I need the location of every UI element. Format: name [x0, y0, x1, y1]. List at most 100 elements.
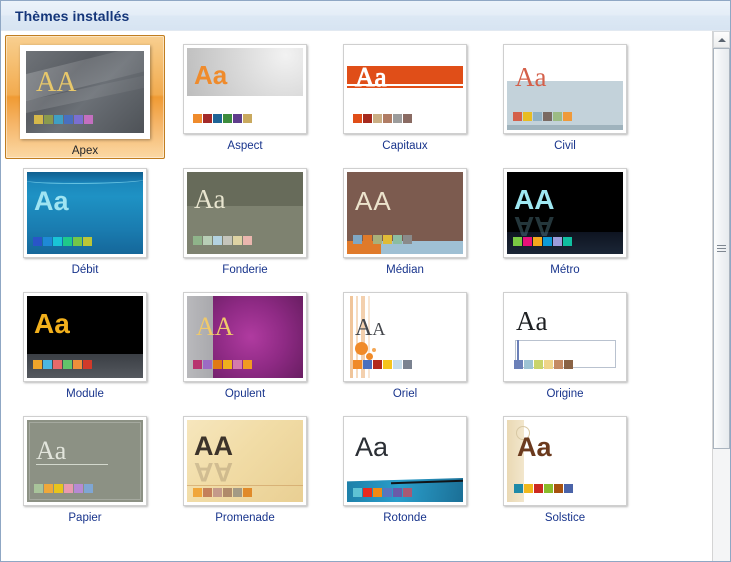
swatch [74, 115, 83, 124]
theme-item-capitaux[interactable]: Aa Capitaux [325, 35, 485, 159]
scrollbar-thumb[interactable] [713, 48, 730, 449]
theme-gallery[interactable]: AA Apex Aa Aspect Aa Capitaux Aa Civil A… [1, 31, 712, 561]
swatch [554, 484, 563, 493]
theme-thumbnail-papier[interactable]: Aa [23, 416, 147, 506]
theme-item-oriel[interactable]: AA Oriel [325, 283, 485, 407]
swatch [84, 484, 93, 493]
theme-label: Origine [546, 388, 584, 400]
theme-thumbnail-metro[interactable]: AA AA [503, 168, 627, 258]
swatch [223, 114, 232, 123]
swatch [533, 112, 542, 121]
swatch [564, 484, 573, 493]
theme-label: Capitaux [382, 140, 428, 152]
swatch [233, 114, 242, 123]
theme-thumbnail-civil[interactable]: Aa [503, 44, 627, 134]
swatch [193, 114, 202, 123]
swatch [393, 360, 402, 369]
theme-label: Débit [71, 264, 99, 276]
theme-thumbnail-promenade[interactable]: AA AA [183, 416, 307, 506]
theme-item-papier[interactable]: Aa Papier [5, 407, 165, 531]
theme-item-apex[interactable]: AA Apex [5, 35, 165, 159]
swatch [363, 235, 372, 244]
theme-row: AA Apex Aa Aspect Aa Capitaux Aa Civil [5, 35, 712, 159]
theme-item-opulent[interactable]: AA Opulent [165, 283, 325, 407]
theme-row: Aa Module AA Opulent AA Oriel Aa Origine [5, 283, 712, 407]
theme-thumbnail-apex[interactable]: AA [20, 45, 150, 139]
theme-item-module[interactable]: Aa Module [5, 283, 165, 407]
theme-thumbnail-module[interactable]: Aa [23, 292, 147, 382]
swatch [33, 360, 42, 369]
swatch [383, 114, 392, 123]
swatch [73, 360, 82, 369]
swatch [44, 484, 53, 493]
window-header: Thèmes installés [1, 1, 730, 31]
swatch [534, 484, 543, 493]
scroll-up-arrow-icon [717, 37, 726, 42]
theme-thumbnail-solstice[interactable]: Aa [503, 416, 627, 506]
theme-swatches [353, 488, 412, 497]
theme-thumbnail-fonderie[interactable]: Aa [183, 168, 307, 258]
theme-thumbnail-origine[interactable]: Aa [503, 292, 627, 382]
swatch [543, 237, 552, 246]
theme-thumbnail-median[interactable]: AA [343, 168, 467, 258]
swatch [403, 360, 412, 369]
swatch [64, 484, 73, 493]
swatch [554, 360, 563, 369]
swatch [213, 488, 222, 497]
theme-thumbnail-opulent[interactable]: AA [183, 292, 307, 382]
theme-label: Médian [386, 264, 424, 276]
swatch [54, 484, 63, 493]
theme-item-metro[interactable]: AA AA Métro [485, 159, 645, 283]
theme-swatches [353, 235, 412, 244]
swatch [353, 235, 362, 244]
swatch [243, 236, 252, 245]
swatch [373, 235, 382, 244]
window-body: AA Apex Aa Aspect Aa Capitaux Aa Civil A… [1, 31, 730, 561]
theme-swatches [513, 112, 572, 121]
swatch [383, 360, 392, 369]
swatch [213, 236, 222, 245]
swatch [233, 236, 242, 245]
theme-item-aspect[interactable]: Aa Aspect [165, 35, 325, 159]
theme-item-fonderie[interactable]: Aa Fonderie [165, 159, 325, 283]
swatch [543, 112, 552, 121]
swatch [223, 488, 232, 497]
theme-swatches [193, 488, 252, 497]
swatch [353, 360, 362, 369]
theme-label: Aspect [227, 140, 263, 152]
swatch [393, 235, 402, 244]
scrollbar-grip-icon [717, 245, 726, 252]
swatch [43, 237, 52, 246]
theme-item-origine[interactable]: Aa Origine [485, 283, 645, 407]
scrollbar-track[interactable] [713, 48, 730, 561]
swatch [563, 237, 572, 246]
theme-item-promenade[interactable]: AA AA Promenade [165, 407, 325, 531]
swatch [243, 488, 252, 497]
theme-item-median[interactable]: AA Médian [325, 159, 485, 283]
theme-item-rotonde[interactable]: Aa Rotonde [325, 407, 485, 531]
swatch [403, 114, 412, 123]
swatch [553, 112, 562, 121]
vertical-scrollbar[interactable] [712, 31, 730, 561]
theme-thumbnail-capitaux[interactable]: Aa [343, 44, 467, 134]
theme-thumbnail-rotonde[interactable]: Aa [343, 416, 467, 506]
swatch [243, 360, 252, 369]
theme-label: Papier [68, 512, 102, 524]
swatch [34, 115, 43, 124]
theme-thumbnail-oriel[interactable]: AA [343, 292, 467, 382]
swatch [403, 235, 412, 244]
swatch [43, 360, 52, 369]
theme-thumbnail-debit[interactable]: Aa [23, 168, 147, 258]
swatch [523, 112, 532, 121]
theme-item-solstice[interactable]: Aa Solstice [485, 407, 645, 531]
page-title: Thèmes installés [15, 7, 130, 24]
scroll-up-button[interactable] [713, 31, 730, 48]
theme-item-civil[interactable]: Aa Civil [485, 35, 645, 159]
swatch [363, 360, 372, 369]
theme-thumbnail-aspect[interactable]: Aa [183, 44, 307, 134]
swatch [243, 114, 252, 123]
theme-item-debit[interactable]: Aa Débit [5, 159, 165, 283]
swatch [233, 488, 242, 497]
swatch [363, 488, 372, 497]
swatch [524, 360, 533, 369]
